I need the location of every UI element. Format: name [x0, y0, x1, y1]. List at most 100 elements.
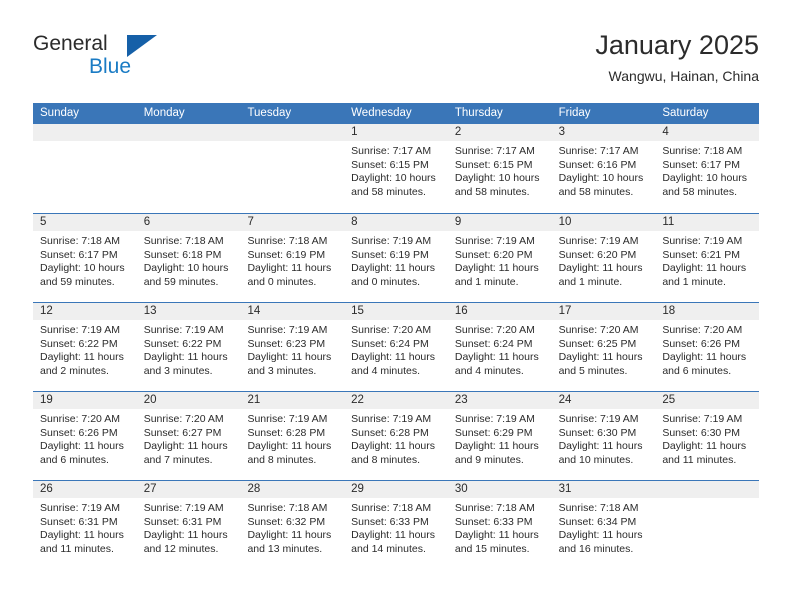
day-cell[interactable]: 2 Sunrise: 7:17 AM Sunset: 6:15 PM Daylight… [447, 124, 552, 213]
page-title: January 2025 [595, 30, 759, 60]
day-detail-line: Daylight: 11 hours [247, 440, 332, 453]
day-details: Sunrise: 7:18 AM Sunset: 6:32 PM Daylight:… [240, 498, 344, 556]
day-cell[interactable]: 15 Sunrise: 7:20 AM Sunset: 6:24 PM Dayligh… [344, 303, 448, 391]
day-cell[interactable]: 5 Sunrise: 7:18 AM Sunset: 6:17 PM Daylight… [33, 214, 137, 302]
day-number: 24 [551, 392, 656, 409]
day-cell[interactable]: 19 Sunrise: 7:20 AM Sunset: 6:26 PM Dayligh… [33, 392, 137, 480]
day-detail-line: and 7 minutes. [143, 453, 213, 466]
day-details: Sunrise: 7:19 AM Sunset: 6:20 PM Daylight:… [552, 231, 656, 289]
day-cell[interactable]: 22 Sunrise: 7:19 AM Sunset: 6:28 PM Dayligh… [344, 392, 448, 480]
weekday-header-tuesday: Tuesday [247, 107, 292, 119]
day-cell[interactable]: 27 Sunrise: 7:19 AM Sunset: 6:31 PM Dayligh… [136, 481, 241, 569]
day-detail-line: and 10 minutes. [558, 453, 634, 466]
day-detail-line: Sunset: 6:28 PM [247, 426, 326, 439]
day-detail-line: Daylight: 11 hours [143, 351, 228, 364]
day-cell[interactable]: 16 Sunrise: 7:20 AM Sunset: 6:24 PM Dayligh… [447, 303, 552, 391]
day-detail-line: Daylight: 11 hours [351, 529, 436, 542]
day-cell[interactable]: 8 Sunrise: 7:19 AM Sunset: 6:19 PM Daylight… [344, 214, 448, 302]
day-number: 7 [240, 214, 345, 231]
day-details: Sunrise: 7:19 AM Sunset: 6:19 PM Daylight:… [344, 231, 448, 289]
calendar-week-row: 26 Sunrise: 7:19 AM Sunset: 6:31 PM Dayligh… [33, 480, 760, 569]
day-detail-line: Daylight: 11 hours [351, 351, 436, 364]
day-cell[interactable]: 12 Sunrise: 7:19 AM Sunset: 6:22 PM Dayligh… [33, 303, 137, 391]
day-number: 12 [33, 303, 137, 320]
day-cell[interactable]: 4 Sunrise: 7:18 AM Sunset: 6:17 PM Daylight… [655, 124, 760, 213]
day-detail-line: Daylight: 11 hours [454, 440, 539, 453]
day-details: Sunrise: 7:20 AM Sunset: 6:26 PM Daylight:… [33, 409, 137, 467]
day-cell[interactable]: 25 Sunrise: 7:19 AM Sunset: 6:30 PM Dayligh… [655, 392, 760, 480]
day-number [240, 124, 345, 141]
day-detail-line: and 14 minutes. [351, 542, 426, 555]
day-detail-line: Sunset: 6:26 PM [40, 426, 118, 439]
day-detail-line: Sunset: 6:26 PM [662, 337, 740, 350]
day-detail-line: Sunrise: 7:19 AM [143, 324, 224, 336]
day-number: 8 [344, 214, 448, 231]
day-cell[interactable]: 3 Sunrise: 7:17 AM Sunset: 6:16 PM Daylight… [551, 124, 656, 213]
day-detail-line: Sunset: 6:19 PM [247, 248, 326, 261]
day-detail-line: Daylight: 10 hours [662, 172, 747, 185]
day-number: 20 [136, 392, 241, 409]
day-detail-line: Daylight: 11 hours [662, 440, 747, 453]
day-cell[interactable]: 1 Sunrise: 7:17 AM Sunset: 6:15 PM Daylight… [344, 124, 448, 213]
day-detail-line: Sunset: 6:23 PM [247, 337, 326, 350]
day-cell[interactable]: 10 Sunrise: 7:19 AM Sunset: 6:20 PM Dayligh… [551, 214, 656, 302]
day-cell[interactable]: 30 Sunrise: 7:18 AM Sunset: 6:33 PM Dayligh… [447, 481, 552, 569]
day-number: 13 [136, 303, 241, 320]
day-cell[interactable]: 29 Sunrise: 7:18 AM Sunset: 6:33 PM Dayligh… [344, 481, 448, 569]
day-cell[interactable]: 18 Sunrise: 7:20 AM Sunset: 6:26 PM Dayligh… [655, 303, 760, 391]
brand-logo[interactable]: General Blue [33, 32, 203, 88]
weekday-header-monday: Monday [143, 107, 185, 119]
day-number [136, 124, 241, 141]
day-cell[interactable]: 23 Sunrise: 7:19 AM Sunset: 6:29 PM Dayligh… [447, 392, 552, 480]
day-cell[interactable]: 28 Sunrise: 7:18 AM Sunset: 6:32 PM Dayligh… [240, 481, 345, 569]
day-number: 26 [33, 481, 137, 498]
day-detail-line: Sunrise: 7:19 AM [40, 502, 120, 514]
day-detail-line: Sunset: 6:15 PM [454, 158, 533, 171]
day-cell[interactable]: 11 Sunrise: 7:19 AM Sunset: 6:21 PM Dayligh… [655, 214, 760, 302]
day-detail-line: Daylight: 11 hours [558, 529, 643, 542]
day-number: 21 [240, 392, 345, 409]
day-detail-line: Sunset: 6:30 PM [662, 426, 740, 439]
day-cell[interactable]: 6 Sunrise: 7:18 AM Sunset: 6:18 PM Daylight… [136, 214, 241, 302]
day-detail-line: Sunrise: 7:19 AM [143, 502, 224, 514]
day-detail-line: Sunset: 6:25 PM [558, 337, 637, 350]
day-detail-line: Daylight: 11 hours [558, 262, 643, 275]
day-cell[interactable]: 14 Sunrise: 7:19 AM Sunset: 6:23 PM Dayligh… [240, 303, 345, 391]
day-details: Sunrise: 7:20 AM Sunset: 6:27 PM Daylight:… [137, 409, 241, 467]
day-number: 16 [447, 303, 552, 320]
triangle-logo-icon [127, 35, 157, 57]
day-detail-line: and 12 minutes. [143, 542, 219, 555]
day-cell[interactable]: 20 Sunrise: 7:20 AM Sunset: 6:27 PM Dayligh… [136, 392, 241, 480]
day-cell[interactable]: 31 Sunrise: 7:18 AM Sunset: 6:34 PM Dayligh… [551, 481, 656, 569]
day-cell[interactable]: 9 Sunrise: 7:19 AM Sunset: 6:20 PM Daylight… [447, 214, 552, 302]
day-number: 2 [447, 124, 552, 141]
day-cell[interactable]: 26 Sunrise: 7:19 AM Sunset: 6:31 PM Dayligh… [33, 481, 137, 569]
day-detail-line: Sunrise: 7:17 AM [558, 145, 639, 157]
day-cell[interactable]: 17 Sunrise: 7:20 AM Sunset: 6:25 PM Dayligh… [551, 303, 656, 391]
day-detail-line: Sunrise: 7:19 AM [247, 324, 328, 336]
title-block: January 2025 Wangwu, Hainan, China [595, 28, 759, 86]
day-number: 9 [447, 214, 552, 231]
day-detail-line: and 1 minute. [558, 275, 623, 288]
day-cell[interactable]: 21 Sunrise: 7:19 AM Sunset: 6:28 PM Dayligh… [240, 392, 345, 480]
day-detail-line: Sunset: 6:31 PM [40, 515, 118, 528]
day-details: Sunrise: 7:17 AM Sunset: 6:15 PM Daylight:… [344, 141, 448, 199]
day-cell[interactable]: 7 Sunrise: 7:18 AM Sunset: 6:19 PM Daylight… [240, 214, 345, 302]
day-details [240, 141, 344, 145]
day-number [33, 124, 137, 141]
day-detail-line: Sunset: 6:30 PM [558, 426, 637, 439]
day-cell[interactable]: 24 Sunrise: 7:19 AM Sunset: 6:30 PM Dayligh… [551, 392, 656, 480]
day-number: 18 [655, 303, 760, 320]
day-details: Sunrise: 7:18 AM Sunset: 6:33 PM Daylight:… [344, 498, 448, 556]
day-detail-line: Daylight: 11 hours [247, 262, 332, 275]
day-cell[interactable]: 13 Sunrise: 7:19 AM Sunset: 6:22 PM Dayligh… [136, 303, 241, 391]
day-details [137, 141, 241, 145]
day-detail-line: and 1 minute. [662, 275, 726, 288]
calendar-week-row: 5 Sunrise: 7:18 AM Sunset: 6:17 PM Daylight… [33, 213, 760, 302]
day-details: Sunrise: 7:17 AM Sunset: 6:15 PM Daylight:… [448, 141, 552, 199]
day-detail-line: Sunrise: 7:20 AM [558, 324, 639, 336]
day-details: Sunrise: 7:19 AM Sunset: 6:31 PM Daylight:… [33, 498, 137, 556]
day-detail-line: Daylight: 11 hours [247, 351, 332, 364]
day-detail-line: and 3 minutes. [143, 364, 213, 377]
day-detail-line: Sunrise: 7:19 AM [662, 413, 743, 425]
